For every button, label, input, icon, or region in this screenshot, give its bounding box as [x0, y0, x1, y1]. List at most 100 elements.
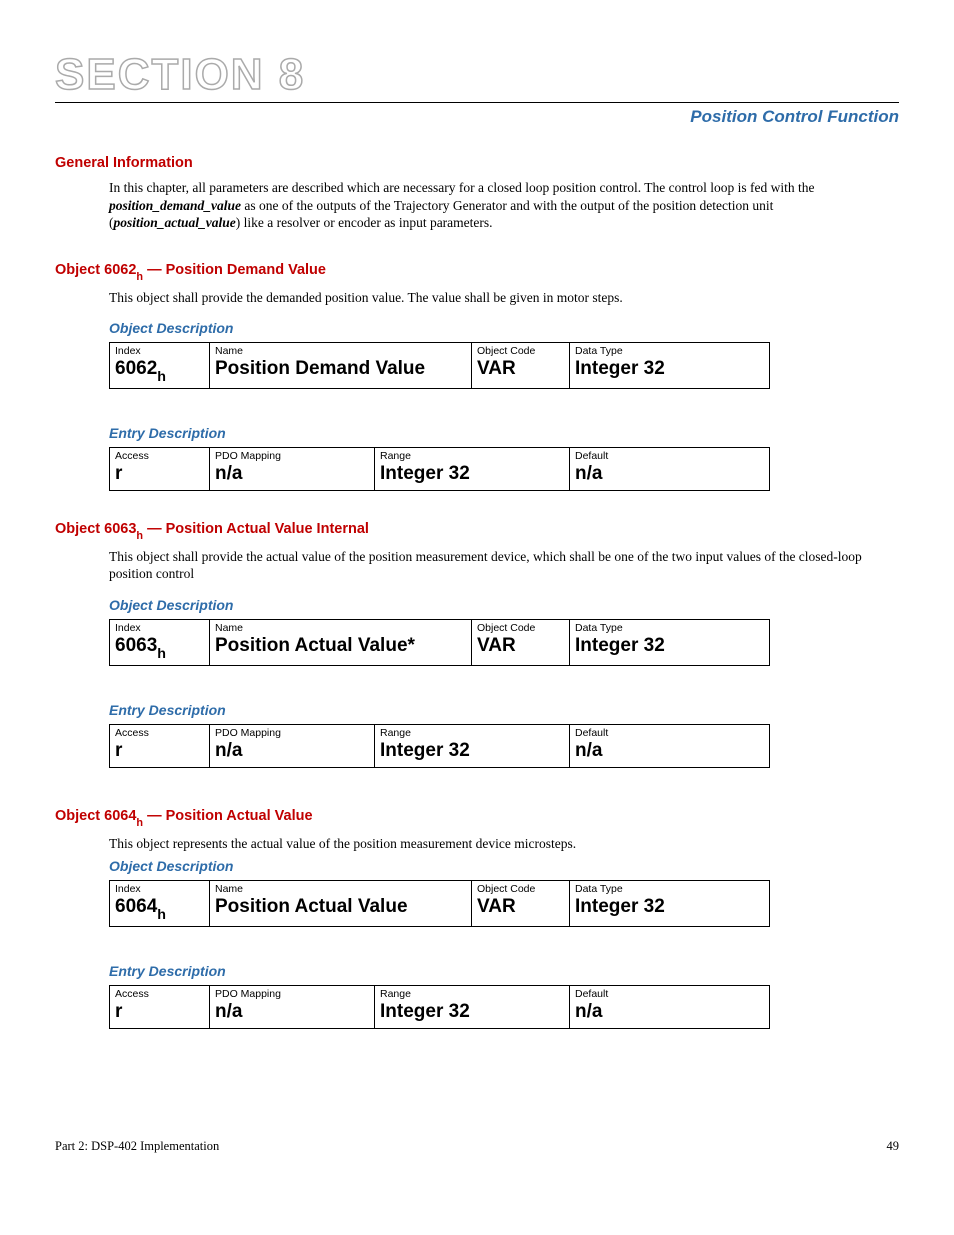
- heading-prefix: Object 6063: [55, 521, 136, 537]
- header-label: PDO Mapping: [215, 988, 369, 1000]
- header-label: Object Code: [477, 345, 564, 357]
- text: ) like a resolver or encoder as input pa…: [236, 215, 493, 230]
- cell-index: Index6063h: [110, 619, 210, 665]
- header-label: Access: [115, 727, 204, 739]
- general-info-body: In this chapter, all parameters are desc…: [109, 179, 889, 232]
- cell-access: Accessr: [110, 985, 210, 1028]
- header-label: Index: [115, 883, 204, 895]
- cell-access: Accessr: [110, 724, 210, 767]
- heading-entry-description: Entry Description: [109, 425, 899, 441]
- object-body: This object represents the actual value …: [109, 835, 889, 853]
- cell-pdo-mapping: PDO Mappingn/a: [210, 724, 375, 767]
- cell-value: r: [115, 740, 204, 762]
- table-row: Index6063h NamePosition Actual Value* Ob…: [110, 619, 770, 665]
- header-label: Range: [380, 450, 564, 462]
- cell-name: NamePosition Actual Value*: [210, 619, 472, 665]
- cell-range: RangeInteger 32: [375, 724, 570, 767]
- section-divider: [55, 102, 899, 103]
- object-body: This object shall provide the demanded p…: [109, 289, 889, 307]
- header-label: Access: [115, 988, 204, 1000]
- header-label: Object Code: [477, 622, 564, 634]
- subscript-h: h: [136, 530, 143, 542]
- cell-range: RangeInteger 32: [375, 447, 570, 490]
- cell-value: n/a: [575, 463, 764, 485]
- cell-name: NamePosition Demand Value: [210, 343, 472, 389]
- header-label: Index: [115, 345, 204, 357]
- header-label: Data Type: [575, 345, 764, 357]
- table-row: Accessr PDO Mappingn/a RangeInteger 32 D…: [110, 724, 770, 767]
- header-label: Data Type: [575, 622, 764, 634]
- heading-object-description: Object Description: [109, 858, 899, 874]
- header-label: Range: [380, 988, 564, 1000]
- cell-value: Integer 32: [575, 635, 764, 657]
- table-row: Accessr PDO Mappingn/a RangeInteger 32 D…: [110, 985, 770, 1028]
- subscript-h: h: [136, 817, 143, 829]
- cell-value: Position Demand Value: [215, 358, 466, 380]
- subscript-h: h: [157, 907, 166, 923]
- heading-object-6062: Object 6062h — Position Demand Value: [55, 262, 899, 281]
- heading-suffix: — Position Actual Value: [143, 808, 312, 824]
- heading-prefix: Object 6062: [55, 262, 136, 278]
- cell-value: n/a: [575, 1001, 764, 1023]
- cell-data-type: Data TypeInteger 32: [570, 881, 770, 927]
- cell-value: r: [115, 1001, 204, 1023]
- cell-pdo-mapping: PDO Mappingn/a: [210, 985, 375, 1028]
- entry-description-table: Accessr PDO Mappingn/a RangeInteger 32 D…: [109, 447, 770, 491]
- header-label: Default: [575, 988, 764, 1000]
- cell-value: n/a: [215, 463, 369, 485]
- footer-page-number: 49: [887, 1139, 900, 1154]
- object-description-table: Index6062h NamePosition Demand Value Obj…: [109, 342, 770, 389]
- header-label: Object Code: [477, 883, 564, 895]
- heading-object-6063: Object 6063h — Position Actual Value Int…: [55, 521, 899, 540]
- cell-value: 6063h: [115, 635, 204, 660]
- heading-object-6064: Object 6064h — Position Actual Value: [55, 808, 899, 827]
- page-title: Position Control Function: [55, 107, 899, 127]
- header-label: Range: [380, 727, 564, 739]
- heading-object-description: Object Description: [109, 597, 899, 613]
- cell-object-code: Object CodeVAR: [472, 343, 570, 389]
- cell-value: 6062h: [115, 358, 204, 383]
- cell-value: r: [115, 463, 204, 485]
- emphasis: position_demand_value: [109, 198, 241, 213]
- header-label: Name: [215, 883, 466, 895]
- cell-data-type: Data TypeInteger 32: [570, 619, 770, 665]
- table-row: Index6064h NamePosition Actual Value Obj…: [110, 881, 770, 927]
- text: In this chapter, all parameters are desc…: [109, 180, 814, 195]
- heading-entry-description: Entry Description: [109, 702, 899, 718]
- table-row: Index6062h NamePosition Demand Value Obj…: [110, 343, 770, 389]
- header-label: Index: [115, 622, 204, 634]
- cell-value: n/a: [215, 740, 369, 762]
- header-label: Default: [575, 450, 764, 462]
- cell-object-code: Object CodeVAR: [472, 881, 570, 927]
- cell-value: VAR: [477, 358, 564, 380]
- cell-value: Integer 32: [380, 463, 564, 485]
- cell-value: Integer 32: [575, 896, 764, 918]
- section-banner: SECTION 8: [55, 50, 899, 100]
- cell-default: Defaultn/a: [570, 447, 770, 490]
- emphasis: position_actual_value: [114, 215, 236, 230]
- cell-value: Integer 32: [575, 358, 764, 380]
- cell-value: Integer 32: [380, 740, 564, 762]
- cell-range: RangeInteger 32: [375, 985, 570, 1028]
- table-row: Accessr PDO Mappingn/a RangeInteger 32 D…: [110, 447, 770, 490]
- object-body: This object shall provide the actual val…: [109, 548, 889, 583]
- entry-description-table: Accessr PDO Mappingn/a RangeInteger 32 D…: [109, 985, 770, 1029]
- cell-name: NamePosition Actual Value: [210, 881, 472, 927]
- cell-index: Index6062h: [110, 343, 210, 389]
- cell-value: Integer 32: [380, 1001, 564, 1023]
- object-description-table: Index6064h NamePosition Actual Value Obj…: [109, 880, 770, 927]
- cell-pdo-mapping: PDO Mappingn/a: [210, 447, 375, 490]
- subscript-h: h: [136, 271, 143, 283]
- cell-value: Position Actual Value*: [215, 635, 466, 657]
- header-label: Name: [215, 345, 466, 357]
- footer-left-text: Part 2: DSP-402 Implementation: [55, 1139, 219, 1154]
- cell-object-code: Object CodeVAR: [472, 619, 570, 665]
- index-number: 6062: [115, 358, 157, 379]
- cell-value: Position Actual Value: [215, 896, 466, 918]
- header-label: Name: [215, 622, 466, 634]
- heading-prefix: Object 6064: [55, 808, 136, 824]
- heading-object-description: Object Description: [109, 320, 899, 336]
- cell-value: VAR: [477, 635, 564, 657]
- cell-access: Accessr: [110, 447, 210, 490]
- subscript-h: h: [157, 646, 166, 662]
